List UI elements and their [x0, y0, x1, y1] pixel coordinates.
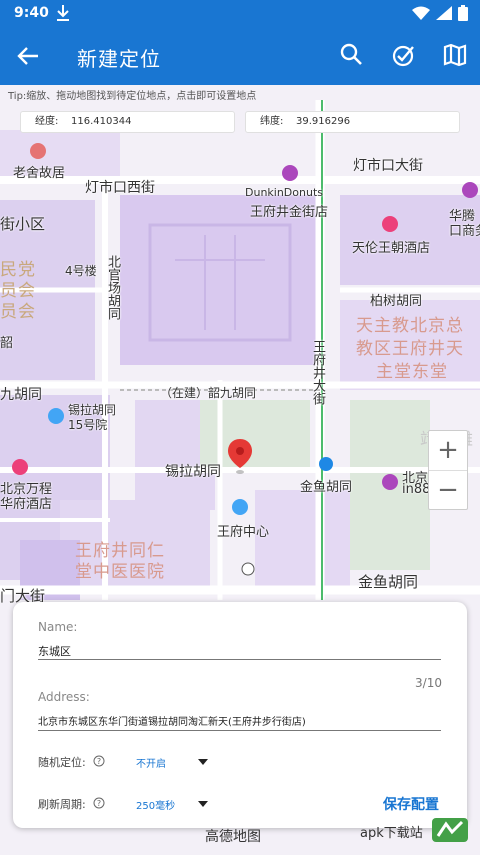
- svg-text:?: ?: [97, 799, 101, 808]
- location-pin-icon: [228, 439, 252, 474]
- name-input[interactable]: 东城区: [38, 643, 71, 659]
- svg-text:?: ?: [97, 757, 101, 766]
- refresh-period-select[interactable]: 250毫秒: [136, 797, 175, 812]
- location-check-icon[interactable]: [391, 42, 417, 68]
- system-icons: [412, 5, 468, 21]
- map-label: 主堂东堂: [376, 362, 448, 382]
- name-counter: 3/10: [415, 676, 442, 690]
- page-title: 新建定位: [77, 47, 161, 71]
- signal-icon: [436, 6, 452, 20]
- zoom-out-button[interactable]: −: [429, 471, 467, 511]
- map-label: 北官场胡同: [105, 255, 120, 320]
- wifi-icon: [412, 6, 430, 20]
- longitude-value: 116.410344: [71, 116, 132, 127]
- latitude-label: 纬度:: [260, 116, 284, 127]
- latitude-box: 纬度: 39.916296: [245, 111, 460, 133]
- battery-icon: [458, 5, 468, 21]
- map-label: 员会: [0, 302, 36, 322]
- map-label: 九胡同: [0, 387, 42, 403]
- map-label: 王府井金街店: [250, 205, 329, 220]
- random-location-label: 随机定位:: [38, 756, 86, 769]
- map-label: 韶: [0, 336, 14, 351]
- refresh-period-label: 刷新周期:: [38, 798, 86, 811]
- map-label: 华府酒店: [0, 497, 53, 512]
- map-label: 天主教北京总: [356, 316, 464, 336]
- map-icon[interactable]: [442, 42, 468, 68]
- map-label: 王府井大街: [310, 340, 325, 405]
- map-label: 口商务: [449, 224, 480, 239]
- map-label: in88: [402, 482, 431, 497]
- name-label: Name:: [38, 620, 78, 634]
- map-label: 金鱼胡同: [300, 480, 353, 495]
- map-label: 街小区: [0, 215, 46, 233]
- map-label: 锡拉胡同: [165, 464, 221, 480]
- map-label: 王府中心: [217, 525, 270, 540]
- name-underline: [38, 659, 441, 660]
- download-icon: [57, 5, 69, 21]
- longitude-label: 经度:: [35, 116, 59, 127]
- amap-logo: 高德地图: [205, 829, 261, 845]
- status-bar: 9:40: [0, 0, 480, 27]
- zoom-in-button[interactable]: +: [429, 431, 467, 471]
- save-button[interactable]: 保存配置: [383, 794, 439, 814]
- map-label: DunkinDonuts: [245, 186, 323, 199]
- map-tip: Tip:缩放、拖动地图找到待定位地点，点击即可设置地点: [8, 91, 257, 102]
- map-label: 灯市口西街: [85, 180, 155, 196]
- status-time: 9:40: [14, 5, 49, 21]
- map-label: （在建）韶九胡同: [160, 386, 257, 400]
- address-label: Address:: [38, 690, 90, 704]
- help-icon[interactable]: ?: [93, 797, 105, 809]
- longitude-box: 经度: 116.410344: [20, 111, 235, 133]
- zoom-control: + −: [428, 430, 468, 510]
- chevron-down-icon[interactable]: [197, 800, 209, 808]
- address-input[interactable]: 北京市东城区东华门街道锡拉胡同淘汇新天(王府井步行街店): [38, 713, 306, 728]
- footer-watermark-text: apk下载站: [360, 826, 423, 841]
- map-label: 灯市口大街: [353, 158, 423, 174]
- app-bar: 新建定位: [0, 27, 480, 85]
- back-arrow-icon[interactable]: [14, 42, 44, 70]
- location-form-card: Name: 东城区 3/10 Address: 北京市东城区东华门街道锡拉胡同淘…: [13, 602, 467, 828]
- help-icon[interactable]: ?: [93, 755, 105, 767]
- map-label: 天伦王朝酒店: [352, 241, 431, 256]
- map-label: 锡拉胡同15号院: [68, 403, 117, 432]
- map-label: 柏树胡同: [370, 294, 423, 309]
- map-label: 老舍故居: [13, 166, 66, 181]
- map-label: 4号楼: [65, 264, 97, 278]
- map-label: 金鱼胡同: [358, 573, 419, 591]
- map-label: 教区王府井天: [356, 339, 464, 359]
- address-underline: [38, 730, 441, 731]
- search-icon[interactable]: [339, 42, 365, 68]
- chevron-down-icon[interactable]: [197, 758, 209, 766]
- map-label: 堂中医医院: [75, 562, 165, 582]
- random-location-select[interactable]: 不开启: [136, 755, 166, 770]
- latitude-value: 39.916296: [296, 116, 351, 127]
- watermark-logo-icon: [432, 818, 468, 842]
